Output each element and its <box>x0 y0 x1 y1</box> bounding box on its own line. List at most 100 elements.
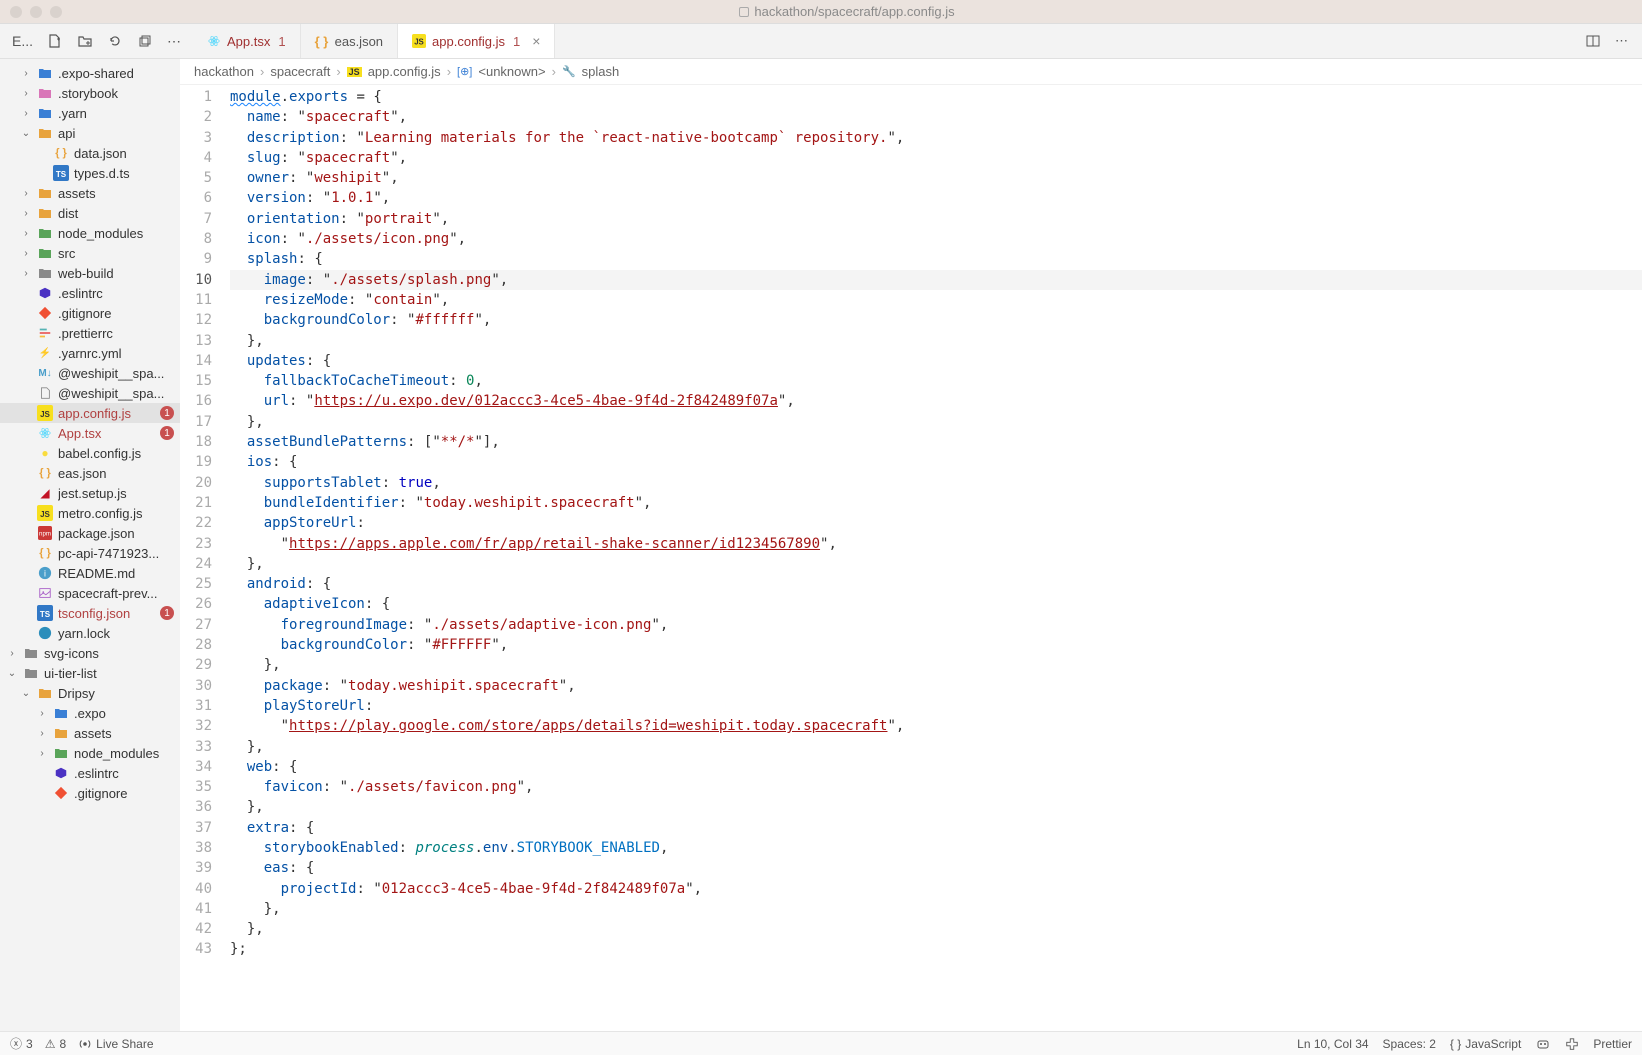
collapse-all-icon[interactable] <box>137 33 153 49</box>
breadcrumb-item[interactable]: <unknown> <box>478 64 545 79</box>
problems-warnings[interactable]: ⚠ 8 <box>45 1037 66 1051</box>
tree-item[interactable]: .prettierrc <box>0 323 180 343</box>
breadcrumb-item[interactable]: hackathon <box>194 64 254 79</box>
tree-item[interactable]: ⌄Dripsy <box>0 683 180 703</box>
tab-app-config[interactable]: JS app.config.js 1 × <box>398 24 555 58</box>
tree-item[interactable]: { }data.json <box>0 143 180 163</box>
breadcrumb-item[interactable]: app.config.js <box>368 64 441 79</box>
titlebar: hackathon/spacecraft/app.config.js <box>0 0 1642 24</box>
tree-item[interactable]: ›src <box>0 243 180 263</box>
tree-item[interactable]: ›.expo <box>0 703 180 723</box>
language-mode[interactable]: { } JavaScript <box>1450 1037 1521 1051</box>
extensions-icon[interactable] <box>1565 1037 1579 1051</box>
cursor-position[interactable]: Ln 10, Col 34 <box>1297 1037 1368 1051</box>
breadcrumb-item[interactable]: spacecraft <box>270 64 330 79</box>
tree-item[interactable]: ›svg-icons <box>0 643 180 663</box>
tree-item[interactable]: JS metro.config.js <box>0 503 180 523</box>
tree-item[interactable]: TStypes.d.ts <box>0 163 180 183</box>
tree-item[interactable]: .gitignore <box>0 783 180 803</box>
file-name: metro.config.js <box>58 506 174 521</box>
lang-label: JavaScript <box>1465 1037 1521 1051</box>
tree-item[interactable]: ›.yarn <box>0 103 180 123</box>
close-icon[interactable]: × <box>532 33 540 49</box>
json-icon: { } <box>37 545 53 561</box>
live-share-button[interactable]: Live Share <box>78 1037 153 1051</box>
tree-item[interactable]: ›.expo-shared <box>0 63 180 83</box>
tree-item[interactable]: { }pc-api-7471923... <box>0 543 180 563</box>
tab-eas-json[interactable]: { } eas.json <box>301 24 398 58</box>
prettier-status[interactable]: Prettier <box>1593 1037 1632 1051</box>
tree-item[interactable]: .eslintrc <box>0 283 180 303</box>
new-folder-icon[interactable] <box>77 33 93 49</box>
chevron-icon: ⌄ <box>20 688 32 699</box>
json-icon: { } <box>37 465 53 481</box>
minimize-window-icon[interactable] <box>30 6 42 18</box>
git-icon <box>53 785 69 801</box>
tree-item[interactable]: ●babel.config.js <box>0 443 180 463</box>
tree-item[interactable]: npmpackage.json <box>0 523 180 543</box>
npm-icon: npm <box>37 525 53 541</box>
folder-yellow-icon <box>37 205 53 221</box>
module-icon: [⊕] <box>457 65 472 78</box>
file-name: spacecraft-prev... <box>58 586 174 601</box>
tree-item[interactable]: ›.storybook <box>0 83 180 103</box>
folder-green-icon <box>37 225 53 241</box>
maximize-window-icon[interactable] <box>50 6 62 18</box>
tab-app-tsx[interactable]: App.tsx 1 <box>193 24 301 58</box>
tree-item[interactable]: ›node_modules <box>0 743 180 763</box>
tree-item[interactable]: @weshipit__spa... <box>0 383 180 403</box>
eslint-icon <box>53 765 69 781</box>
js-icon: JS <box>37 505 53 521</box>
close-window-icon[interactable] <box>10 6 22 18</box>
breadcrumb[interactable]: hackathon › spacecraft › JS app.config.j… <box>180 59 1642 85</box>
tree-item[interactable]: ›web-build <box>0 263 180 283</box>
tree-item[interactable]: ›node_modules <box>0 223 180 243</box>
tab-dirty-badge: 1 <box>513 34 520 49</box>
lang-icon: { } <box>1450 1037 1461 1051</box>
tree-item[interactable]: ⌄api <box>0 123 180 143</box>
tree-item[interactable]: { }eas.json <box>0 463 180 483</box>
tabbar: E... ⋯ App.tsx 1 { } eas.json JS <box>0 24 1642 59</box>
react-icon <box>37 425 53 441</box>
yaml-icon: ⚡ <box>37 345 53 361</box>
file-explorer[interactable]: ›.expo-shared›.storybook›.yarn⌄api{ }dat… <box>0 59 180 1031</box>
split-editor-icon[interactable] <box>1585 33 1601 49</box>
refresh-icon[interactable] <box>107 33 123 49</box>
file-name: tsconfig.json <box>58 606 155 621</box>
tabs: App.tsx 1 { } eas.json JS app.config.js … <box>193 24 555 58</box>
code-editor[interactable]: 1234567891011121314151617181920212223242… <box>180 85 1642 1031</box>
tree-item[interactable]: spacecraft-prev... <box>0 583 180 603</box>
tree-item[interactable]: ›dist <box>0 203 180 223</box>
indentation[interactable]: Spaces: 2 <box>1383 1037 1436 1051</box>
problems-errors[interactable]: ⓧ 3 <box>10 1035 33 1052</box>
tree-item[interactable]: yarn.lock <box>0 623 180 643</box>
tree-item[interactable]: ⌄ ui-tier-list <box>0 663 180 683</box>
tree-item[interactable]: JSapp.config.js1 <box>0 403 180 423</box>
folder-yellow-icon <box>53 725 69 741</box>
more-icon[interactable]: ⋯ <box>167 33 181 50</box>
chevron-icon: › <box>20 68 32 79</box>
tree-item[interactable]: .eslintrc <box>0 763 180 783</box>
tree-item[interactable]: ›assets <box>0 723 180 743</box>
file-name: ui-tier-list <box>44 666 174 681</box>
new-file-icon[interactable] <box>47 33 63 49</box>
file-name: babel.config.js <box>58 446 174 461</box>
breadcrumb-item[interactable]: splash <box>582 64 620 79</box>
tree-item[interactable]: ⚡.yarnrc.yml <box>0 343 180 363</box>
tree-item[interactable]: iREADME.md <box>0 563 180 583</box>
folder-blue-icon <box>53 705 69 721</box>
tree-item[interactable]: ›assets <box>0 183 180 203</box>
tree-item[interactable]: App.tsx1 <box>0 423 180 443</box>
js-icon: JS <box>37 405 53 421</box>
copilot-icon[interactable] <box>1535 1036 1551 1052</box>
tree-item[interactable]: ◢jest.setup.js <box>0 483 180 503</box>
tree-item[interactable]: TStsconfig.json1 <box>0 603 180 623</box>
tree-item[interactable]: .gitignore <box>0 303 180 323</box>
tree-item[interactable]: M↓@weshipit__spa... <box>0 363 180 383</box>
wrench-icon: 🔧 <box>562 65 576 78</box>
chevron-icon: ⌄ <box>6 668 18 679</box>
activity-label[interactable]: E... <box>12 33 33 49</box>
folder-yellow-icon <box>37 185 53 201</box>
code-content[interactable]: module.exports = { name: "spacecraft", d… <box>230 85 1642 1031</box>
more-actions-icon[interactable]: ⋯ <box>1615 33 1628 49</box>
